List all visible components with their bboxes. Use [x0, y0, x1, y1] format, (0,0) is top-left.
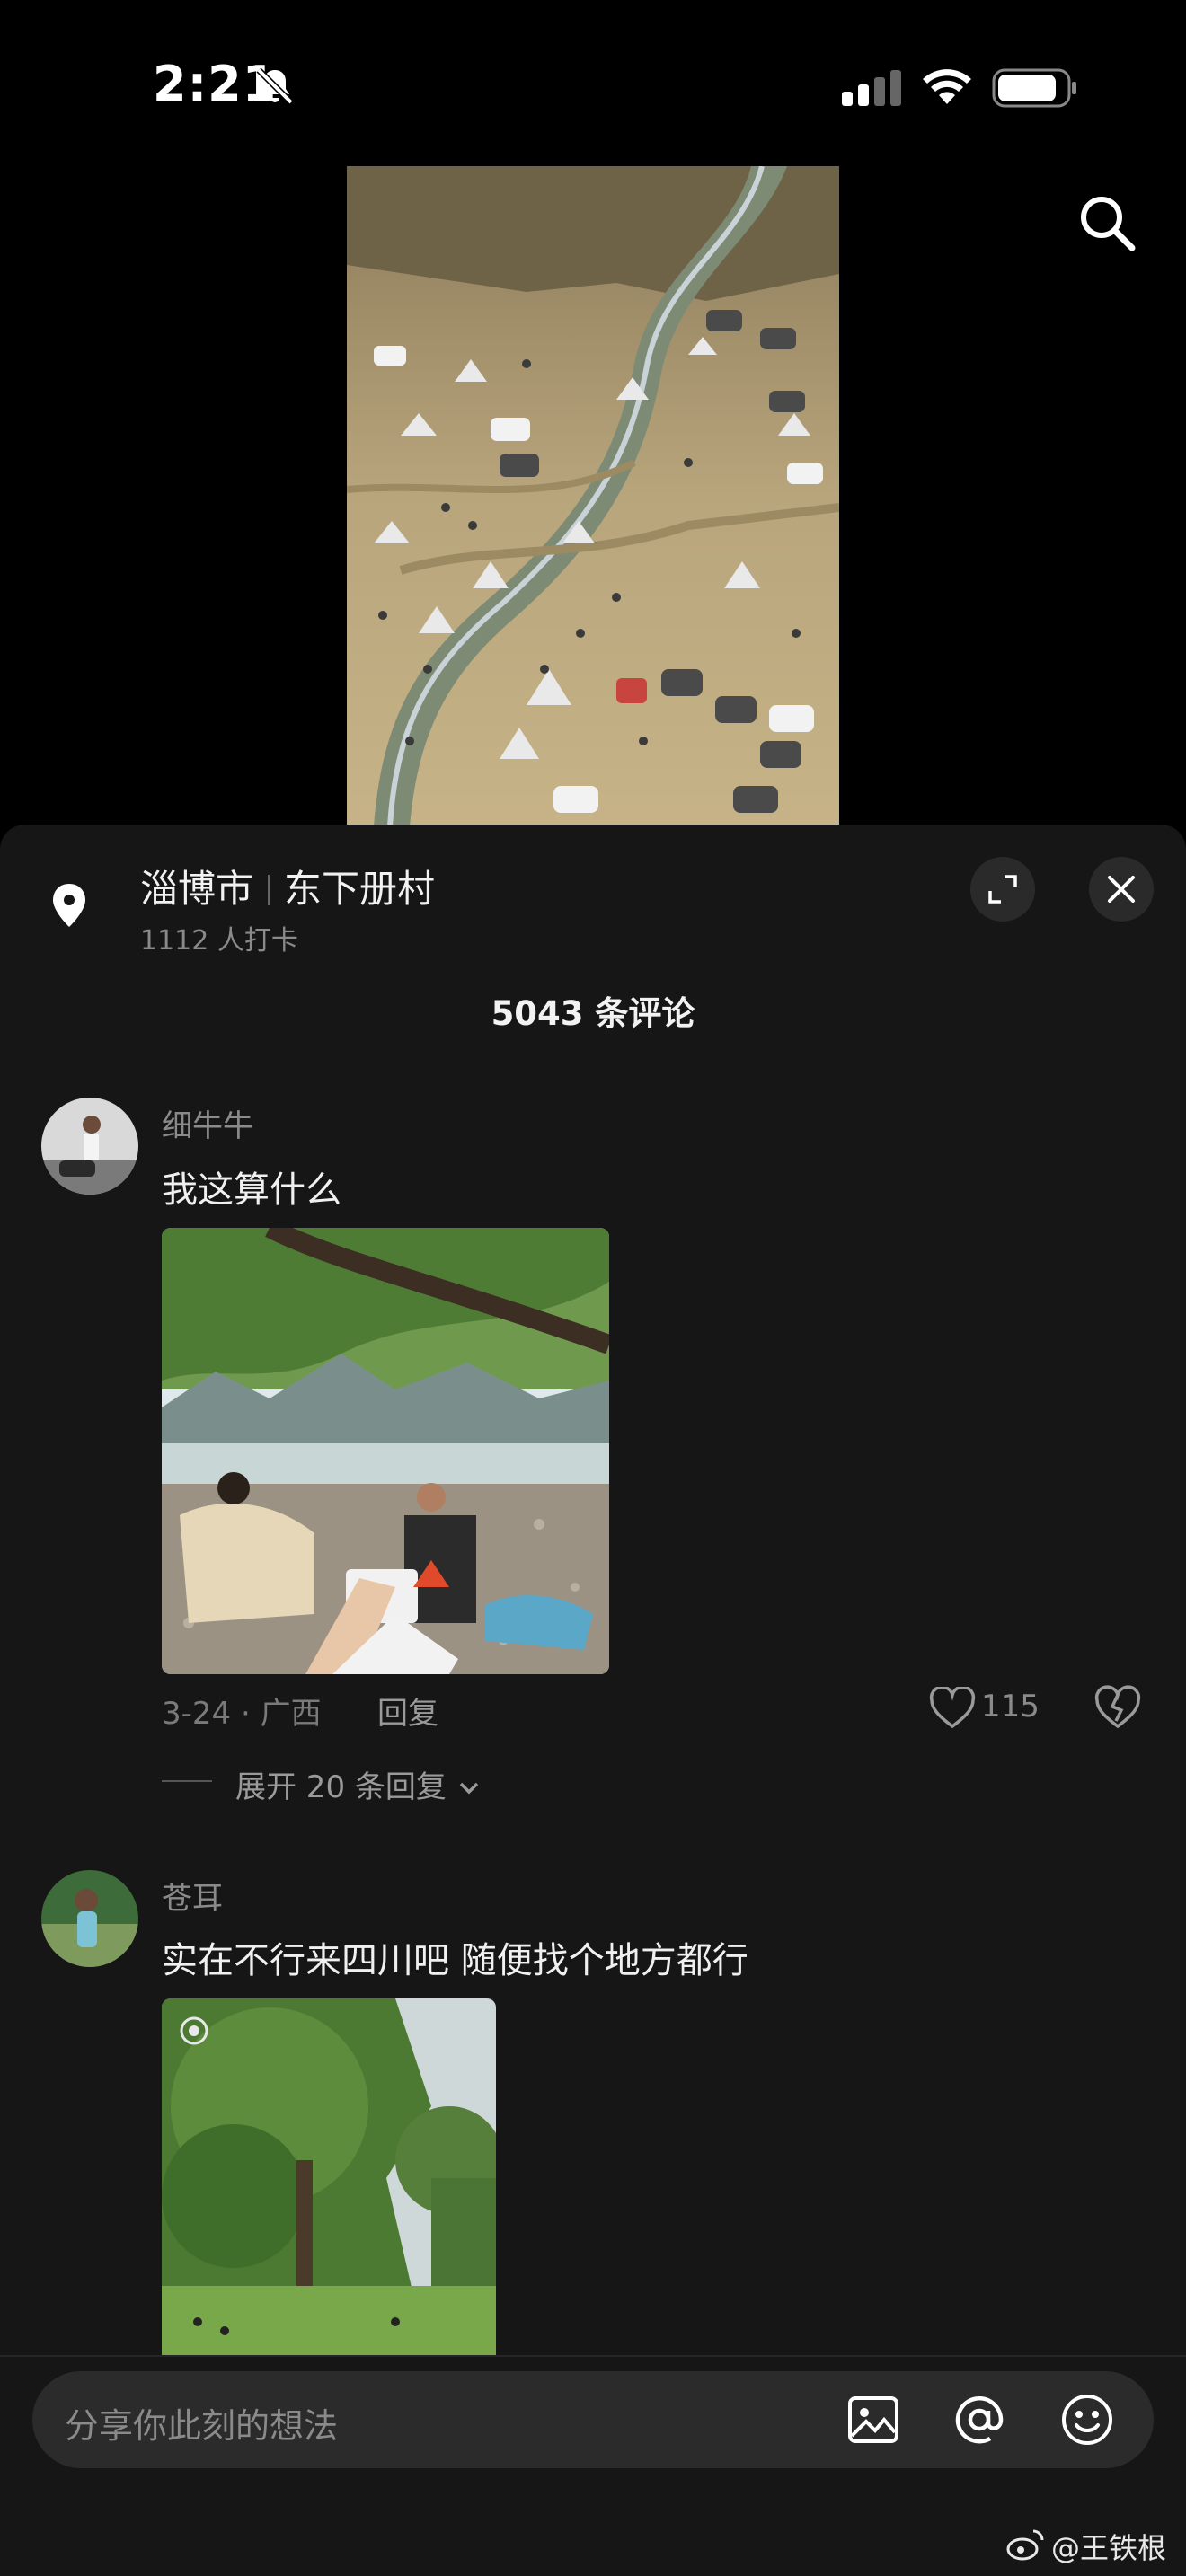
emoji-icon[interactable]	[1058, 2391, 1116, 2448]
signal-icon	[842, 70, 901, 106]
chevron-down-icon	[459, 1782, 478, 1795]
avatar[interactable]	[41, 1870, 138, 1967]
broken-heart-icon[interactable]	[1094, 1685, 1141, 1732]
comment-input-placeholder: 分享你此刻的想法	[65, 2406, 339, 2446]
location-title[interactable]: 淄博市 东下册村	[140, 859, 435, 913]
location-city: 淄博市	[140, 867, 254, 911]
status-bar: 2:21	[0, 0, 1186, 171]
search-icon[interactable]	[1075, 190, 1139, 255]
comment-text: 实在不行来四川吧 随便找个地方都行	[162, 1940, 748, 1981]
expand-replies-button[interactable]: 展开 20 条回复	[235, 1762, 482, 1806]
at-icon[interactable]	[951, 2391, 1008, 2448]
comment-image[interactable]	[162, 1998, 496, 2355]
reply-button[interactable]: 回复	[377, 1689, 438, 1733]
reply-divider	[162, 1780, 212, 1782]
checkin-count: 1112 人打卡	[140, 925, 298, 957]
comment-text: 我这算什么	[162, 1169, 341, 1211]
expand-button[interactable]	[970, 857, 1035, 922]
post-photo[interactable]	[347, 166, 839, 826]
comment-date-location: 3-24 · 广西	[162, 1696, 322, 1732]
expand-replies-label: 展开 20 条回复	[235, 1769, 447, 1805]
location-place: 东下册村	[284, 867, 436, 911]
avatar[interactable]	[41, 1098, 138, 1195]
battery-icon	[992, 68, 1076, 108]
comment-username[interactable]: 苍耳	[162, 1874, 223, 1918]
close-icon	[1108, 876, 1135, 903]
comment-image[interactable]	[162, 1228, 609, 1674]
expand-icon	[988, 875, 1017, 904]
watermark-text: @王铁根	[1051, 2531, 1167, 2565]
image-icon[interactable]	[845, 2391, 902, 2448]
screen: 2:21 淄博市 东下册村 1112 人打卡 5043 条评论 细牛牛 我这算什…	[0, 0, 1186, 2576]
like-count: 115	[981, 1689, 1040, 1725]
bell-slash-icon	[256, 67, 294, 105]
location-pin-icon	[53, 884, 85, 927]
heart-icon[interactable]	[929, 1687, 976, 1730]
comment-username[interactable]: 细牛牛	[162, 1101, 253, 1145]
location-separator	[268, 875, 270, 905]
weibo-icon	[1006, 2529, 1044, 2561]
wifi-icon	[923, 69, 971, 104]
close-button[interactable]	[1089, 857, 1154, 922]
comment-count-header: 5043 条评论	[491, 994, 695, 1033]
campsite-aerial-image	[347, 166, 839, 826]
